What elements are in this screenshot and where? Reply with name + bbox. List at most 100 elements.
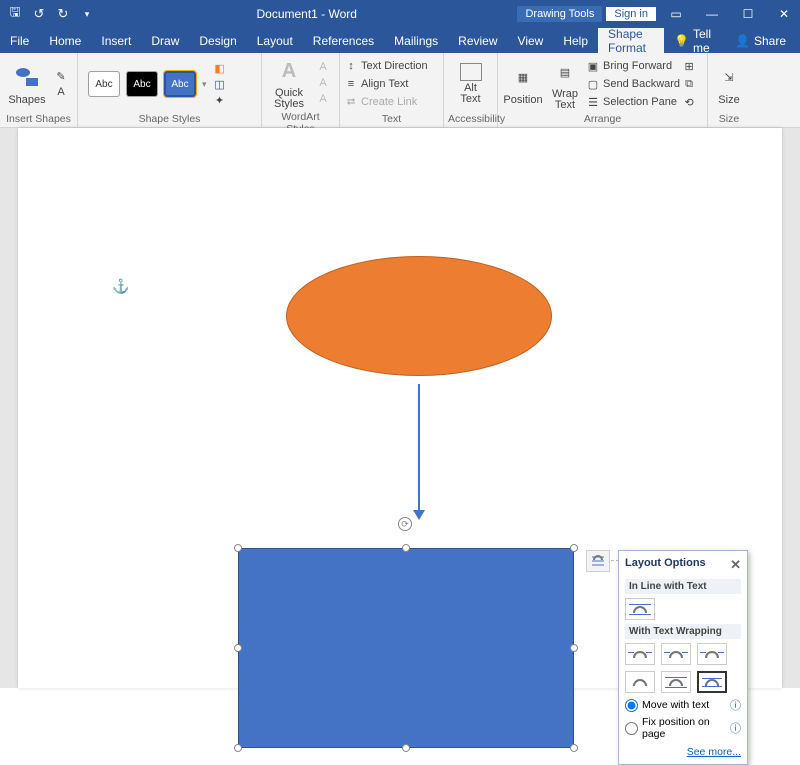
tab-mailings[interactable]: Mailings bbox=[384, 28, 448, 53]
resize-handle-tr[interactable] bbox=[570, 544, 578, 552]
tab-design[interactable]: Design bbox=[189, 28, 246, 53]
resize-handle-tl[interactable] bbox=[234, 544, 242, 552]
shape-style-3-selected[interactable]: Abc bbox=[164, 71, 196, 97]
shapes-icon bbox=[16, 68, 38, 86]
page[interactable]: ⚓ ⟳ Layout Options ✕ In Line with Text bbox=[18, 128, 782, 688]
alt-text-button[interactable]: Alt Text bbox=[448, 56, 493, 112]
wrap-through-option[interactable] bbox=[697, 643, 727, 665]
maximize-icon[interactable]: ☐ bbox=[732, 2, 764, 26]
share-button[interactable]: 👤 Share bbox=[721, 28, 800, 53]
tell-me-search[interactable]: 💡 Tell me bbox=[664, 28, 721, 53]
text-fill-icon[interactable]: A bbox=[316, 60, 330, 74]
text-direction-button[interactable]: ↕Text Direction bbox=[344, 59, 428, 73]
anchor-icon: ⚓ bbox=[112, 278, 129, 295]
edit-shape-icon[interactable]: ✎ bbox=[54, 69, 68, 83]
document-area: ⚓ ⟳ Layout Options ✕ In Line with Text bbox=[0, 128, 800, 688]
fix-position-radio[interactable]: Fix position on page ⓘ bbox=[625, 716, 741, 740]
resize-handle-b[interactable] bbox=[402, 744, 410, 752]
tab-references[interactable]: References bbox=[303, 28, 384, 53]
group-label: Insert Shapes bbox=[4, 113, 73, 127]
wrap-tight-option[interactable] bbox=[661, 643, 691, 665]
group-label: Text bbox=[344, 113, 439, 127]
group-objects-icon[interactable]: ⧉ bbox=[682, 77, 696, 91]
undo-icon[interactable]: ↺ bbox=[30, 5, 48, 23]
shape-style-2[interactable]: Abc bbox=[126, 71, 158, 97]
move-with-text-label: Move with text bbox=[642, 699, 709, 711]
connector-arrow-head bbox=[413, 510, 425, 520]
qat-customize-icon[interactable]: ▾ bbox=[78, 5, 96, 23]
move-with-text-radio[interactable]: Move with text ⓘ bbox=[625, 697, 741, 713]
text-direction-label: Text Direction bbox=[361, 60, 428, 72]
create-link-button[interactable]: ⮂Create Link bbox=[344, 95, 428, 109]
shape-fill-icon[interactable]: ◧ bbox=[213, 61, 227, 75]
rotate-handle[interactable]: ⟳ bbox=[398, 517, 412, 531]
rotate-objects-icon[interactable]: ⟲ bbox=[682, 95, 696, 109]
info-icon[interactable]: ⓘ bbox=[730, 720, 741, 736]
group-label: Shape Styles bbox=[82, 113, 257, 127]
share-icon: 👤 bbox=[735, 34, 750, 48]
group-arrange: ▦ Position ▤ Wrap Text ▣Bring Forward ▢S… bbox=[498, 53, 708, 127]
group-size: ⇲ Size Size bbox=[708, 53, 750, 127]
move-with-text-input[interactable] bbox=[625, 699, 638, 712]
text-outline-icon[interactable]: A bbox=[316, 76, 330, 90]
wrap-inline-option[interactable] bbox=[625, 598, 655, 620]
position-button[interactable]: ▦ Position bbox=[502, 56, 544, 112]
connector-arrow-line[interactable] bbox=[418, 384, 420, 514]
align-objects-icon[interactable]: ⊞ bbox=[682, 59, 696, 73]
resize-handle-r[interactable] bbox=[570, 644, 578, 652]
style-gallery-scroll-icon[interactable]: ▾ bbox=[202, 79, 207, 90]
send-backward-icon: ▢ bbox=[586, 77, 600, 91]
ribbon-display-options-icon[interactable]: ▭ bbox=[660, 2, 692, 26]
close-popup-icon[interactable]: ✕ bbox=[730, 557, 741, 573]
ellipse-shape[interactable] bbox=[286, 256, 552, 376]
shape-style-1[interactable]: Abc bbox=[88, 71, 120, 97]
tab-help[interactable]: Help bbox=[553, 28, 598, 53]
bring-forward-button[interactable]: ▣Bring Forward bbox=[586, 59, 680, 73]
quick-styles-button[interactable]: A Quick Styles bbox=[266, 55, 312, 111]
resize-handle-t[interactable] bbox=[402, 544, 410, 552]
wrap-topbottom-option[interactable] bbox=[625, 671, 655, 693]
title-bar: 🖫 ↺ ↻ ▾ Document1 - Word Drawing Tools S… bbox=[0, 0, 800, 28]
size-button[interactable]: ⇲ Size bbox=[712, 56, 746, 112]
share-label: Share bbox=[754, 34, 786, 48]
selection-pane-label: Selection Pane bbox=[603, 96, 677, 108]
wrap-behind-option[interactable] bbox=[661, 671, 691, 693]
fix-position-input[interactable] bbox=[625, 722, 638, 735]
text-effects-icon[interactable]: A bbox=[316, 92, 330, 106]
wrap-square-option[interactable] bbox=[625, 643, 655, 665]
resize-handle-br[interactable] bbox=[570, 744, 578, 752]
inline-section-label: In Line with Text bbox=[625, 579, 741, 594]
wrap-infront-option-selected[interactable] bbox=[697, 671, 727, 693]
redo-icon[interactable]: ↻ bbox=[54, 5, 72, 23]
shapes-button[interactable]: Shapes bbox=[4, 56, 50, 112]
group-accessibility: Alt Text Accessibility bbox=[444, 53, 498, 127]
see-more-link[interactable]: See more... bbox=[625, 746, 741, 758]
layout-options-button[interactable] bbox=[586, 550, 610, 572]
info-icon[interactable]: ⓘ bbox=[730, 697, 741, 713]
tab-insert[interactable]: Insert bbox=[91, 28, 141, 53]
send-backward-button[interactable]: ▢Send Backward bbox=[586, 77, 680, 91]
selection-pane-button[interactable]: ☰Selection Pane bbox=[586, 95, 680, 109]
save-icon[interactable]: 🖫 bbox=[6, 5, 24, 23]
tab-shape-format[interactable]: Shape Format bbox=[598, 28, 664, 53]
tab-review[interactable]: Review bbox=[448, 28, 507, 53]
tab-layout[interactable]: Layout bbox=[247, 28, 303, 53]
rectangle-shape-selected[interactable] bbox=[238, 548, 574, 748]
resize-handle-l[interactable] bbox=[234, 644, 242, 652]
wrap-text-button[interactable]: ▤ Wrap Text bbox=[546, 56, 584, 112]
tab-draw[interactable]: Draw bbox=[141, 28, 189, 53]
wordart-a-icon: A bbox=[274, 56, 304, 86]
shape-effects-icon[interactable]: ✦ bbox=[213, 93, 227, 107]
sign-in-button[interactable]: Sign in bbox=[606, 7, 656, 21]
bring-forward-label: Bring Forward bbox=[603, 60, 672, 72]
text-box-icon[interactable]: A bbox=[54, 85, 68, 99]
align-text-button[interactable]: ≡Align Text bbox=[344, 77, 428, 91]
tab-view[interactable]: View bbox=[508, 28, 554, 53]
resize-handle-bl[interactable] bbox=[234, 744, 242, 752]
close-icon[interactable]: ✕ bbox=[768, 2, 800, 26]
tab-file[interactable]: File bbox=[0, 28, 39, 53]
layout-options-title: Layout Options bbox=[625, 557, 706, 573]
shape-outline-icon[interactable]: ◫ bbox=[213, 77, 227, 91]
tab-home[interactable]: Home bbox=[39, 28, 91, 53]
minimize-icon[interactable]: — bbox=[696, 2, 728, 26]
